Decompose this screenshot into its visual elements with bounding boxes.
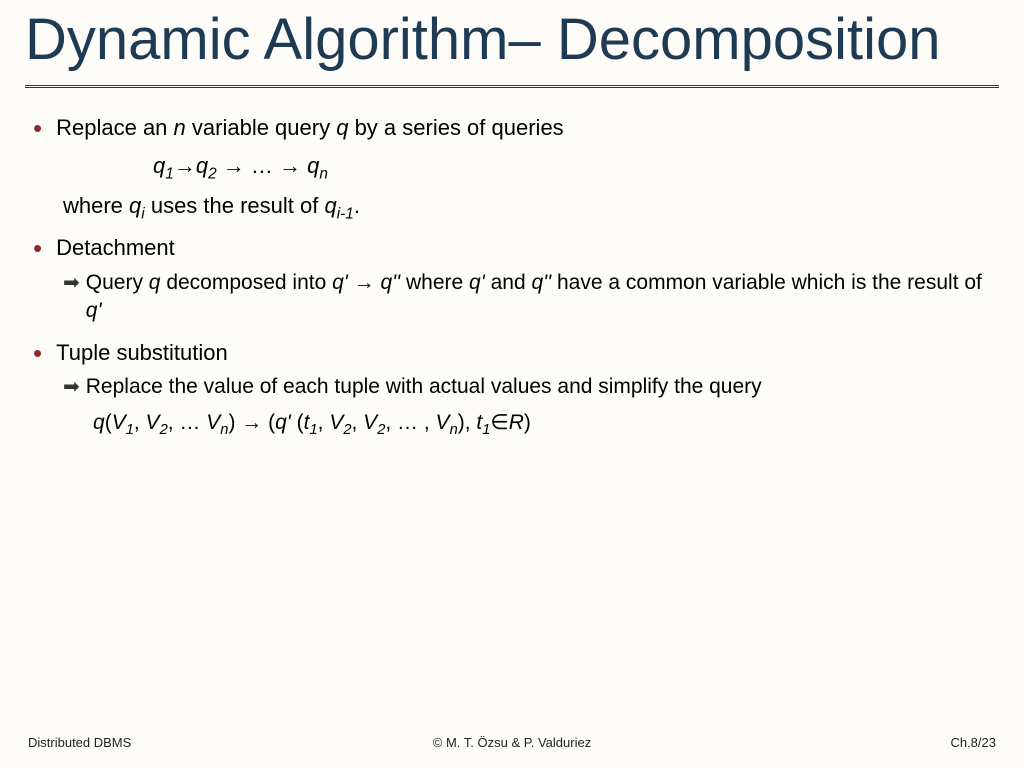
sub: 1: [165, 165, 174, 182]
text: Query: [86, 271, 149, 294]
bullet-icon: •: [33, 235, 42, 261]
bullet-1-where: where qi uses the result of qi-1.: [63, 193, 999, 223]
slide-title: Dynamic Algorithm– Decomposition: [25, 10, 999, 71]
text: where: [400, 271, 469, 294]
bullet-1-text: Replace an n variable query q by a serie…: [56, 113, 564, 143]
content-area: • Replace an n variable query q by a ser…: [25, 113, 999, 438]
bullet-3-sub: ➡ Replace the value of each tuple with a…: [63, 373, 999, 401]
text: variable query: [186, 115, 336, 140]
bullet-2-text: Detachment: [56, 233, 175, 263]
sub: n: [319, 165, 328, 182]
bullet-1: • Replace an n variable query q by a ser…: [33, 113, 999, 143]
title-rule: [25, 85, 999, 89]
text: where: [63, 193, 129, 218]
formula-2: q(V1, V2, … Vn) → (q' (t1, V2, V2, … , V…: [93, 410, 999, 438]
footer-left: Distributed DBMS: [28, 735, 131, 750]
arrow: → … →: [217, 153, 307, 178]
footer-right: Ch.8/23: [950, 735, 996, 750]
var: q: [149, 271, 161, 294]
text: and: [485, 271, 532, 294]
bullet-icon: •: [33, 340, 42, 366]
var-q: q: [336, 115, 348, 140]
bullet-3-sub-text: Replace the value of each tuple with act…: [86, 373, 762, 401]
arrow: →: [348, 271, 381, 294]
text: .: [354, 193, 360, 218]
var: q': [469, 271, 485, 294]
bullet-3-text: Tuple substitution: [56, 338, 228, 368]
text: have a common variable which is the resu…: [551, 271, 982, 294]
var: q: [129, 193, 141, 218]
var: q: [307, 153, 319, 178]
bullet-3: • Tuple substitution: [33, 338, 999, 368]
text: uses the result of: [145, 193, 325, 218]
var-n: n: [174, 115, 186, 140]
arrow: →: [174, 153, 196, 178]
bullet-2: • Detachment: [33, 233, 999, 263]
var: q: [153, 153, 165, 178]
text: Replace an: [56, 115, 173, 140]
sub: i-1: [337, 205, 354, 222]
bullet-2-sub: ➡ Query q decomposed into q' → q'' where…: [63, 269, 999, 326]
arrow-icon: ➡: [63, 373, 80, 401]
var: q'': [380, 271, 400, 294]
slide: Dynamic Algorithm– Decomposition • Repla…: [0, 0, 1024, 768]
footer-center: © M. T. Özsu & P. Valduriez: [433, 735, 591, 750]
var: q: [324, 193, 336, 218]
bullet-icon: •: [33, 115, 42, 141]
sub: 2: [208, 165, 217, 182]
formula-1: q1→q2 → … → qn: [153, 153, 999, 183]
var: q'': [531, 271, 551, 294]
text: decomposed into: [160, 271, 332, 294]
text: by a series of queries: [348, 115, 563, 140]
arrow-icon: ➡: [63, 269, 80, 297]
footer: Distributed DBMS © M. T. Özsu & P. Valdu…: [0, 735, 1024, 750]
var: q': [86, 299, 102, 322]
var: q': [332, 271, 348, 294]
var: q: [196, 153, 208, 178]
bullet-2-sub-text: Query q decomposed into q' → q'' where q…: [86, 269, 999, 326]
